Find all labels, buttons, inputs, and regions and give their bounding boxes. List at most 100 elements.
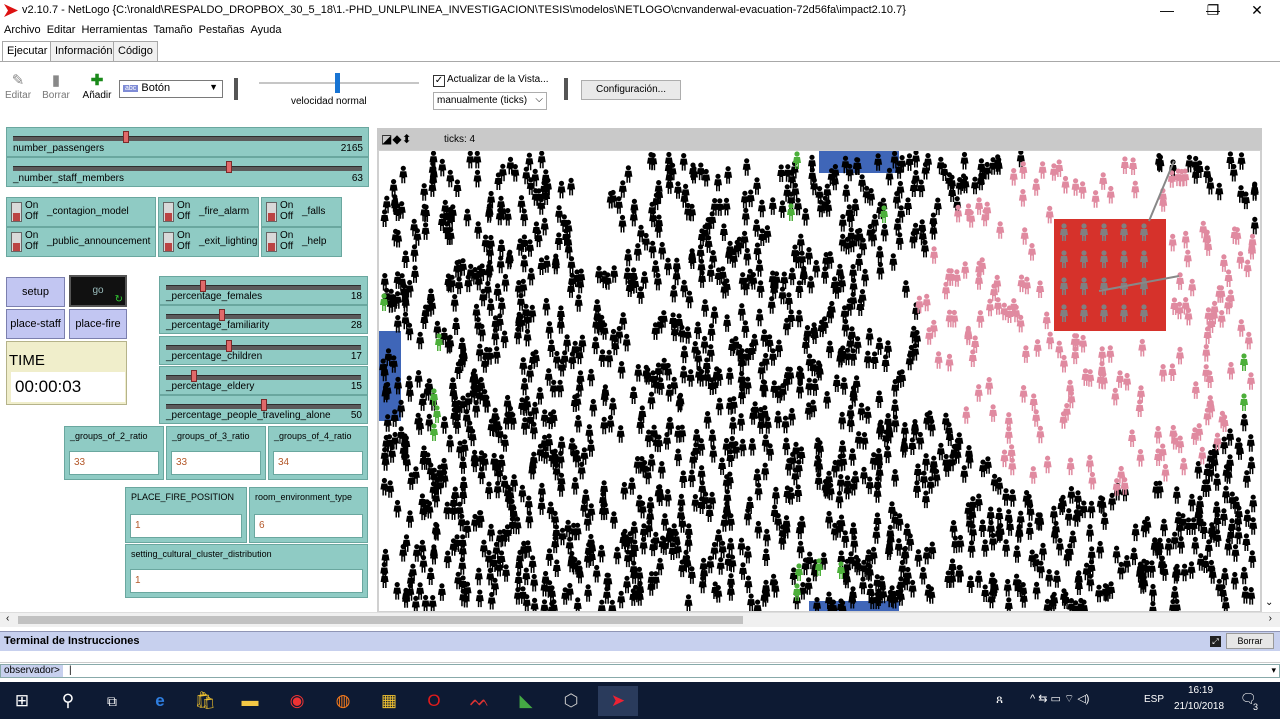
tab-ejecutar[interactable]: Ejecutar (2, 41, 53, 62)
toggle-icon[interactable] (11, 202, 22, 222)
add-button[interactable]: ✚ Añadir (80, 72, 114, 101)
edge-icon[interactable]: e (140, 686, 180, 716)
netlogo-taskbar-icon[interactable]: ➤ (598, 686, 638, 716)
file-explorer-icon[interactable]: ▬ (230, 686, 270, 716)
agent (571, 477, 580, 495)
task-view-icon[interactable]: ⧉ (92, 686, 132, 716)
switch-contagion-model[interactable]: On Off _contagion_model (6, 197, 156, 227)
observer-prompt[interactable]: observador> (1, 665, 63, 677)
virtualbox-icon[interactable]: ⬡ (551, 686, 591, 716)
tab-informacion[interactable]: Información (50, 41, 118, 61)
windows-start-icon[interactable]: ⊞ (2, 686, 42, 716)
menu-pestanas[interactable]: Pestañas (195, 22, 247, 36)
switch-label: _falls (302, 206, 326, 217)
restore-button[interactable]: ❐ (1190, 0, 1236, 22)
menu-herramientas[interactable]: Herramientas (77, 22, 149, 36)
pink-agent (1138, 338, 1147, 357)
scroll-left-icon[interactable]: ‹ (6, 613, 9, 624)
pink-agent (1099, 172, 1108, 190)
switch-help[interactable]: On Off _help (261, 227, 342, 257)
go-button[interactable]: go ↻ (69, 275, 127, 307)
toggle-icon[interactable] (163, 202, 174, 222)
switch-exit-lighting[interactable]: On Off _exit_lighting (158, 227, 259, 257)
toggle-icon[interactable] (11, 232, 22, 252)
agent (406, 510, 414, 528)
search-icon[interactable]: ⚲ (48, 686, 88, 716)
toggle-icon[interactable] (266, 232, 277, 252)
input-field[interactable]: 6 (254, 514, 363, 538)
clear-button[interactable]: Borrar (1226, 633, 1274, 649)
slider-knob[interactable] (122, 131, 129, 143)
slider-percentage-females[interactable]: _percentage_females 18 (159, 276, 368, 305)
agent (832, 374, 841, 392)
update-view-checkbox[interactable]: ✓ (433, 75, 445, 87)
switch-public-announcement[interactable]: On Off _public_announcement (6, 227, 156, 257)
setup-button[interactable]: setup (6, 277, 65, 307)
input-field[interactable]: 1 (130, 514, 242, 538)
scroll-right-icon[interactable]: › (1269, 613, 1272, 624)
app-grid-icon[interactable]: ▦ (369, 686, 409, 716)
delete-button[interactable]: ▮ Borrar (40, 72, 72, 101)
scroll-down-icon[interactable]: ⌄ (1265, 597, 1273, 608)
agent (679, 470, 688, 488)
toggle-icon[interactable] (266, 202, 277, 222)
switch-fire-alarm[interactable]: On Off _fire_alarm (158, 197, 259, 227)
world-view[interactable] (379, 151, 1260, 611)
pink-agent (1019, 161, 1028, 179)
close-button[interactable]: ✕ (1234, 0, 1280, 22)
language-indicator[interactable]: ESP (1144, 694, 1164, 705)
update-mode-select[interactable]: manualmente (ticks) ⌵ (433, 92, 547, 110)
command-output (0, 651, 1280, 663)
toggle-icon[interactable] (163, 232, 174, 252)
flag-app-icon[interactable]: ◣ (506, 686, 546, 716)
slider-knob[interactable] (225, 161, 232, 173)
slider-percentage-children[interactable]: _percentage_children 17 (159, 336, 368, 365)
input-field[interactable]: 34 (273, 451, 363, 475)
firefox-icon[interactable]: ◍ (323, 686, 363, 716)
chrome-icon[interactable]: ◉ (277, 686, 317, 716)
input-field[interactable]: 1 (130, 569, 363, 593)
switch-on-label: On (280, 200, 294, 211)
speed-slider-thumb[interactable] (335, 73, 340, 93)
menu-ayuda[interactable]: Ayuda (246, 22, 283, 36)
notification-count: 3 (1253, 702, 1259, 712)
clock-time[interactable]: 16:19 (1188, 685, 1213, 696)
people-icon[interactable]: ጸ (996, 692, 1003, 707)
slider-number-passengers[interactable]: number_passengers 2165 (6, 127, 369, 157)
agent (674, 448, 683, 467)
agent (1002, 539, 1011, 557)
tray-icons[interactable]: ^ ⇆ ▭ ⌔ ◁) (1030, 692, 1089, 706)
switch-falls[interactable]: On Off _falls (261, 197, 342, 227)
pink-agent (1159, 364, 1168, 382)
horizontal-scrollbar[interactable]: ‹ › (0, 612, 1280, 627)
widget-type-select[interactable]: abc Botón ▼ (119, 80, 223, 98)
place-staff-button[interactable]: place-staff (6, 309, 65, 339)
menu-tamano[interactable]: Tamaño (149, 22, 194, 36)
store-icon[interactable]: 🛍 (185, 686, 225, 716)
tab-codigo[interactable]: Código (113, 41, 158, 61)
slider-percentage-eldery[interactable]: _percentage_eldery 15 (159, 366, 368, 395)
command-input[interactable]: | (69, 665, 72, 677)
slider-percentage-people-traveling-alone[interactable]: _percentage_people_traveling_alone 50 (159, 395, 368, 424)
agent (1250, 216, 1259, 235)
menu-editar[interactable]: Editar (43, 22, 78, 36)
edit-button[interactable]: ✎ Editar (4, 72, 32, 101)
settings-button[interactable]: Configuración... (581, 80, 681, 100)
prompt-dropdown-icon[interactable]: ▾ (1271, 665, 1276, 676)
input-field[interactable]: 33 (171, 451, 261, 475)
menu-archivo[interactable]: Archivo (0, 22, 43, 36)
clock-date[interactable]: 21/10/2018 (1174, 701, 1224, 712)
slider-percentage-familiarity[interactable]: _percentage_familiarity 28 (159, 305, 368, 334)
opera-icon[interactable]: O (414, 686, 454, 716)
place-fire-button[interactable]: place-fire (69, 309, 127, 339)
input-field[interactable]: 33 (69, 451, 159, 475)
minimize-button[interactable]: — (1144, 0, 1190, 22)
scroll-thumb[interactable] (18, 616, 743, 624)
mendeley-icon[interactable]: ᨓ (460, 686, 500, 716)
pink-agent (1036, 280, 1045, 298)
expand-icon[interactable]: ⤢ (1210, 636, 1221, 647)
slider-number-staff-members[interactable]: _number_staff_members 63 (6, 157, 369, 187)
pink-agent (1129, 157, 1138, 175)
agent (880, 223, 889, 242)
view-size-icons[interactable]: ◪◆⬍ (381, 132, 412, 146)
